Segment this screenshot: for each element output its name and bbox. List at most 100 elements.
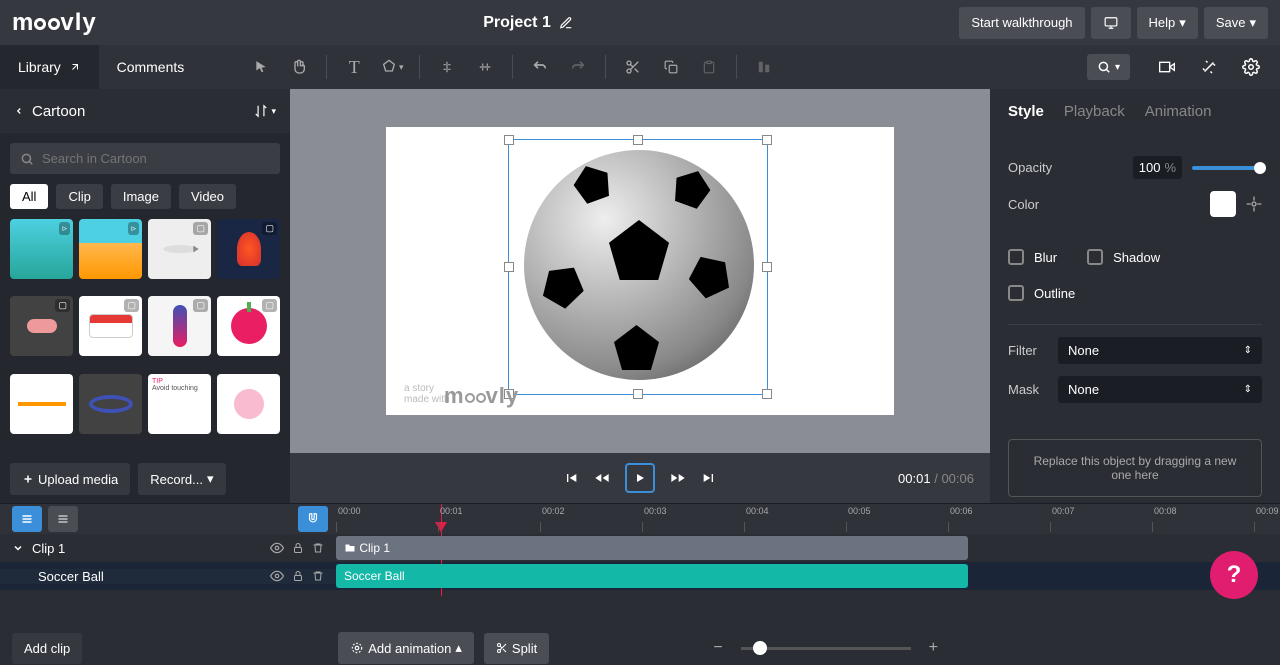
help-button[interactable]: Help ▾ [1137,7,1198,39]
save-button[interactable]: Save ▾ [1204,7,1268,39]
track-header-clip[interactable]: Clip 1 [0,541,336,556]
lock-icon[interactable] [292,541,304,555]
redo-tool[interactable] [561,50,595,84]
slider-thumb[interactable] [1254,162,1266,174]
asset-item[interactable]: ▢ [79,296,142,356]
asset-item[interactable] [217,374,280,434]
undo-tool[interactable] [523,50,557,84]
hand-tool[interactable] [282,50,316,84]
edit-icon[interactable] [559,16,573,30]
camera-icon[interactable] [1150,50,1184,84]
help-fab[interactable]: ? [1210,551,1258,599]
soccer-ball-object[interactable] [524,150,754,380]
asset-item[interactable]: ▢ [217,296,280,356]
zoom-slider[interactable] [741,647,911,650]
eye-icon[interactable] [270,541,284,555]
record-button[interactable]: Record... ▾ [138,463,225,495]
selection-box[interactable] [508,139,768,395]
filter-select[interactable]: None⇕ [1058,337,1262,364]
zoom-in-icon[interactable]: + [929,639,938,657]
text-tool[interactable]: T [337,50,371,84]
add-clip-button[interactable]: Add clip [12,633,82,664]
lock-icon[interactable] [292,569,304,583]
clip-bar[interactable]: Clip 1 [336,536,968,560]
resize-handle[interactable] [504,262,514,272]
gear-icon[interactable] [1246,196,1262,212]
walkthrough-button[interactable]: Start walkthrough [959,7,1084,39]
mask-select[interactable]: None⇕ [1058,376,1262,403]
asset-item[interactable] [79,374,142,434]
asset-item[interactable]: ▹ [10,219,73,279]
outline-checkbox[interactable]: Outline [1008,285,1262,301]
settings-icon[interactable] [1234,50,1268,84]
replace-dropzone[interactable]: Replace this object by dragging a new on… [1008,439,1262,497]
asset-item[interactable]: ▢ [10,296,73,356]
library-search-input[interactable] [42,151,270,166]
forward-icon[interactable] [669,470,687,486]
split-button[interactable]: Split [484,633,549,664]
timeline-ruler[interactable]: 00:0000:0100:0200:0300:0400:0500:0600:07… [336,504,1280,534]
asset-item[interactable] [10,374,73,434]
color-swatch[interactable] [1210,191,1236,217]
zoom-thumb[interactable] [753,641,767,655]
asset-item[interactable]: ▹ [79,219,142,279]
align-v-tool[interactable] [468,50,502,84]
snap-button[interactable] [298,506,328,532]
resize-handle[interactable] [762,389,772,399]
upload-media-button[interactable]: Upload media [10,463,130,495]
asset-item[interactable]: ▢ [217,219,280,279]
shape-tool[interactable]: ▾ [375,50,409,84]
align-h-tool[interactable] [430,50,464,84]
timeline-view-compact[interactable] [48,506,78,532]
project-title[interactable]: Project 1 [97,14,960,32]
sort-button[interactable]: ▾ [254,104,276,118]
opacity-value[interactable]: 100 [1139,160,1161,175]
rewind-icon[interactable] [593,470,611,486]
tab-playback[interactable]: Playback [1064,103,1125,120]
asset-item[interactable]: TIPAvoid touching [148,374,211,434]
add-animation-button[interactable]: Add animation ▴ [338,632,474,664]
category-back[interactable]: Cartoon [14,103,85,120]
opacity-slider[interactable] [1192,166,1262,170]
tab-animation[interactable]: Animation [1145,103,1212,120]
timeline-view-list[interactable] [12,506,42,532]
chevron-down-icon[interactable] [12,542,24,554]
zoom-out-icon[interactable]: − [713,639,722,657]
tab-style[interactable]: Style [1008,103,1044,120]
asset-item[interactable]: ▢ [148,296,211,356]
tab-comments[interactable]: Comments [99,45,203,89]
item-bar[interactable]: Soccer Ball [336,564,968,588]
trash-icon[interactable] [312,541,324,555]
track-header-item[interactable]: Soccer Ball [0,569,336,584]
trash-icon[interactable] [312,569,324,583]
stage[interactable]: a storymade with mvly [386,127,894,415]
image-badge-icon: ▢ [262,222,277,235]
resize-handle[interactable] [633,135,643,145]
present-button[interactable] [1091,7,1131,39]
effects-icon[interactable] [1192,50,1226,84]
play-button[interactable] [625,463,655,493]
tab-library[interactable]: Library [0,45,99,89]
filter-clip[interactable]: Clip [56,184,102,209]
shadow-checkbox[interactable]: Shadow [1087,249,1160,265]
expand-icon [69,61,81,73]
eye-icon[interactable] [270,569,284,583]
skip-start-icon[interactable] [563,470,579,486]
canvas-search[interactable]: ▾ [1087,54,1130,80]
pointer-tool[interactable] [244,50,278,84]
paste-tool[interactable] [692,50,726,84]
cut-tool[interactable] [616,50,650,84]
filter-image[interactable]: Image [111,184,171,209]
resize-handle[interactable] [504,135,514,145]
copy-tool[interactable] [654,50,688,84]
resize-handle[interactable] [762,262,772,272]
resize-handle[interactable] [762,135,772,145]
arrange-tool[interactable] [747,50,781,84]
asset-item[interactable]: ▢ [148,219,211,279]
resize-handle[interactable] [633,389,643,399]
filter-video[interactable]: Video [179,184,236,209]
skip-end-icon[interactable] [701,470,717,486]
blur-checkbox[interactable]: Blur [1008,249,1057,265]
filter-all[interactable]: All [10,184,48,209]
library-search[interactable] [10,143,280,174]
